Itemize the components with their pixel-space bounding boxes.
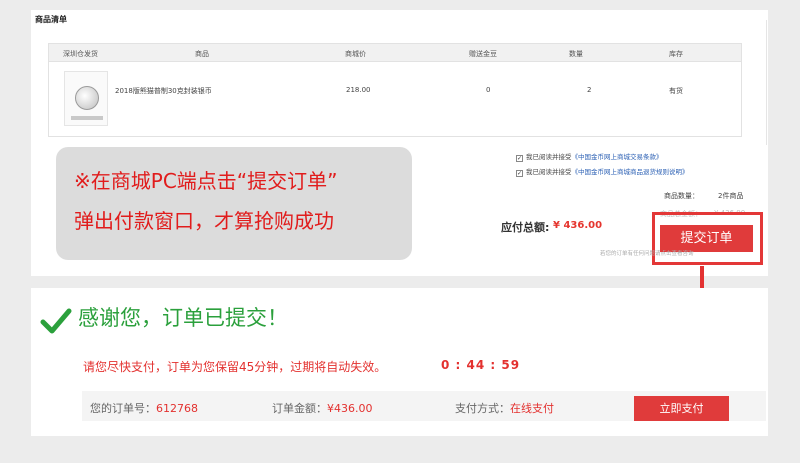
order-amount-value: ¥436.00	[327, 402, 373, 415]
callout-line-1: ※在商城PC端点击“提交订单”	[74, 169, 338, 193]
check-icon	[40, 308, 72, 334]
col-stock: 库存	[669, 50, 683, 58]
col-quantity: 数量	[569, 50, 583, 58]
item-name[interactable]: 2018版熊猫普制30克封装银币	[115, 86, 212, 96]
callout-line-2: 弹出付款窗口，才算抢购成功	[74, 209, 334, 233]
seller-header: 深圳仓发货	[63, 50, 98, 58]
payment-notice: 请您尽快支付，订单为您保留45分钟，过期将自动失效。	[83, 360, 387, 374]
item-gold-beans: 0	[486, 86, 491, 94]
thanks-message: 感谢您，订单已提交！	[78, 306, 288, 330]
checkbox-icon[interactable]: ✓	[516, 155, 523, 162]
count-value: 2件商品	[718, 192, 744, 200]
terms-link[interactable]: 《中国金币网上商城交易条款》	[572, 153, 663, 161]
agreement-terms[interactable]: ✓ 我已阅读并接受《中国金币网上商城交易条款》	[516, 151, 663, 162]
col-gold-beans: 赠送金豆	[469, 50, 497, 58]
confirmation-panel: 感谢您，订单已提交！ 请您尽快支付，订单为您保留45分钟，过期将自动失效。 0 …	[31, 288, 768, 436]
instruction-callout: ※在商城PC端点击“提交订单” 弹出付款窗口，才算抢购成功	[56, 147, 412, 260]
total-label: 应付总额:	[501, 221, 550, 234]
divider	[766, 20, 767, 145]
help-tip[interactable]: 若您的订单有任何问题请点击查看咨询	[600, 249, 694, 257]
table-header: 深圳仓发货 商品 商城价 赠送金豆 数量 库存	[49, 44, 741, 62]
coin-image	[75, 86, 99, 110]
pay-now-button[interactable]: 立即支付	[634, 396, 729, 421]
pay-method-label: 支付方式：	[455, 402, 510, 415]
order-amount: 订单金额：¥436.00	[272, 400, 373, 416]
total-value: ¥ 436.00	[553, 220, 603, 231]
checkbox-icon[interactable]: ✓	[516, 170, 523, 177]
coin-thumbnail[interactable]	[64, 71, 108, 126]
product-table: 深圳仓发货 商品 商城价 赠送金豆 数量 库存 2018版熊猫普制30克封装银币…	[48, 43, 742, 137]
col-product: 商品	[195, 50, 209, 58]
col-price: 商城价	[345, 50, 366, 58]
count-label: 商品数量：	[664, 192, 699, 200]
pay-method: 支付方式：在线支付	[455, 400, 554, 416]
coin-label-strip	[71, 116, 103, 120]
order-number: 您的订单号：612768	[90, 400, 198, 416]
item-stock: 有货	[669, 87, 683, 95]
order-amount-label: 订单金额：	[272, 402, 327, 415]
returns-link[interactable]: 《中国金币网上商城商品退货规则说明》	[572, 168, 689, 176]
pay-method-value: 在线支付	[510, 402, 554, 415]
agreement-returns[interactable]: ✓ 我已阅读并接受《中国金币网上商城商品退货规则说明》	[516, 166, 689, 177]
countdown-timer: 0 : 44 : 59	[441, 358, 521, 372]
order-number-label: 您的订单号：	[90, 402, 156, 415]
order-number-value: 612768	[156, 402, 198, 415]
agreement-prefix: 我已阅读并接受	[526, 168, 572, 176]
submit-order-button[interactable]: 提交订单	[660, 225, 753, 252]
agreement-prefix: 我已阅读并接受	[526, 153, 572, 161]
list-title: 商品清单	[35, 15, 67, 24]
item-price: 218.00	[346, 86, 371, 94]
item-quantity: 2	[587, 86, 592, 94]
